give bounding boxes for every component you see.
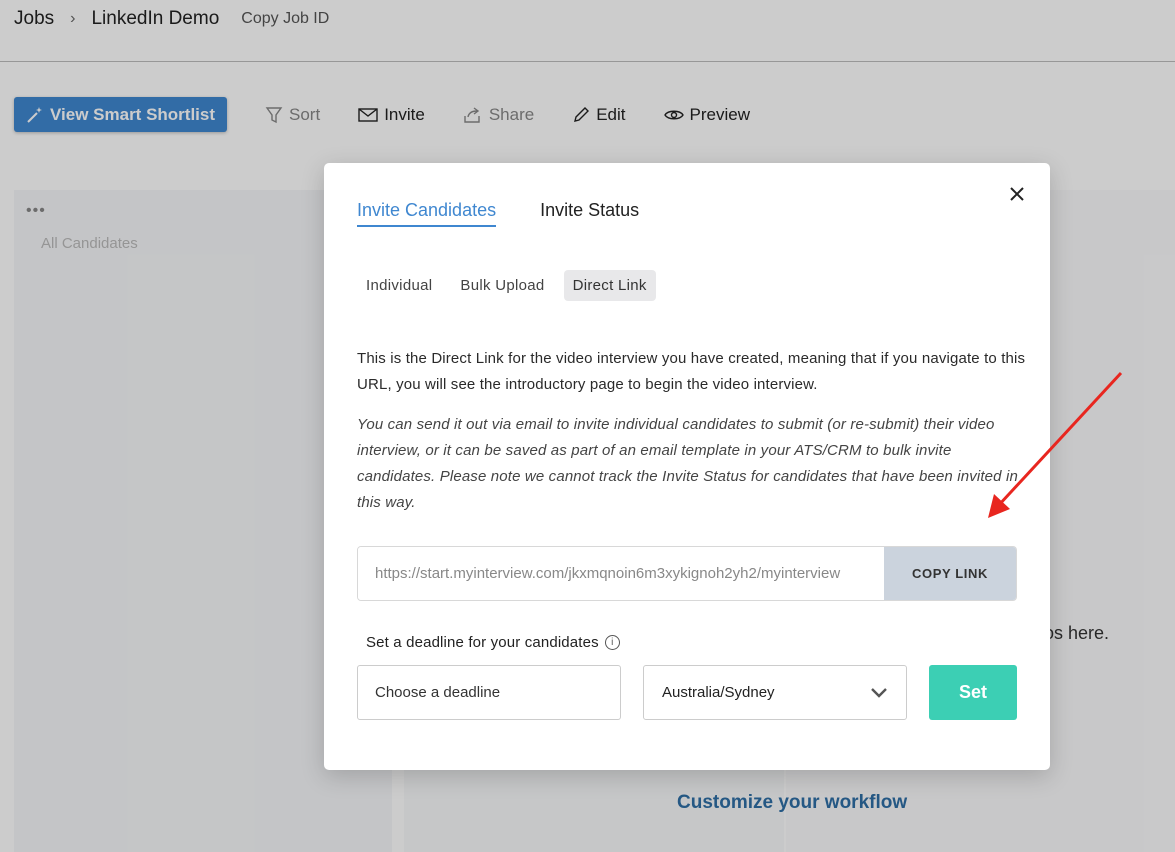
set-deadline-button[interactable]: Set (929, 665, 1017, 720)
deadline-label: Set a deadline for your candidates (366, 634, 599, 651)
subtab-bulk-upload[interactable]: Bulk Upload (451, 270, 553, 301)
tab-invite-status[interactable]: Invite Status (540, 200, 639, 227)
copy-link-button[interactable]: COPY LINK (884, 547, 1016, 600)
subtab-individual[interactable]: Individual (357, 270, 441, 301)
direct-link-description: This is the Direct Link for the video in… (357, 350, 1026, 393)
invite-method-tabs: Individual Bulk Upload Direct Link (357, 270, 656, 301)
timezone-value: Australia/Sydney (662, 684, 775, 701)
app-page: Jobs › LinkedIn Demo Copy Job ID View Sm… (0, 0, 1175, 852)
timezone-select[interactable]: Australia/Sydney (643, 665, 907, 720)
deadline-label-row: Set a deadline for your candidates i (366, 634, 620, 651)
direct-link-url-field[interactable] (358, 547, 884, 600)
chevron-down-icon (871, 687, 887, 698)
tab-invite-candidates[interactable]: Invite Candidates (357, 200, 497, 227)
deadline-date-field[interactable]: Choose a deadline (357, 665, 621, 720)
direct-link-note: You can send it out via email to invite … (357, 416, 1018, 511)
subtab-direct-link[interactable]: Direct Link (563, 270, 656, 301)
info-icon[interactable]: i (604, 635, 620, 650)
direct-link-box: COPY LINK (357, 546, 1017, 601)
invite-candidates-modal: Invite Candidates Invite Status Individu… (324, 163, 1050, 770)
close-icon[interactable] (1006, 183, 1028, 205)
deadline-placeholder: Choose a deadline (375, 684, 501, 701)
modal-tabs: Invite Candidates Invite Status (357, 200, 639, 227)
